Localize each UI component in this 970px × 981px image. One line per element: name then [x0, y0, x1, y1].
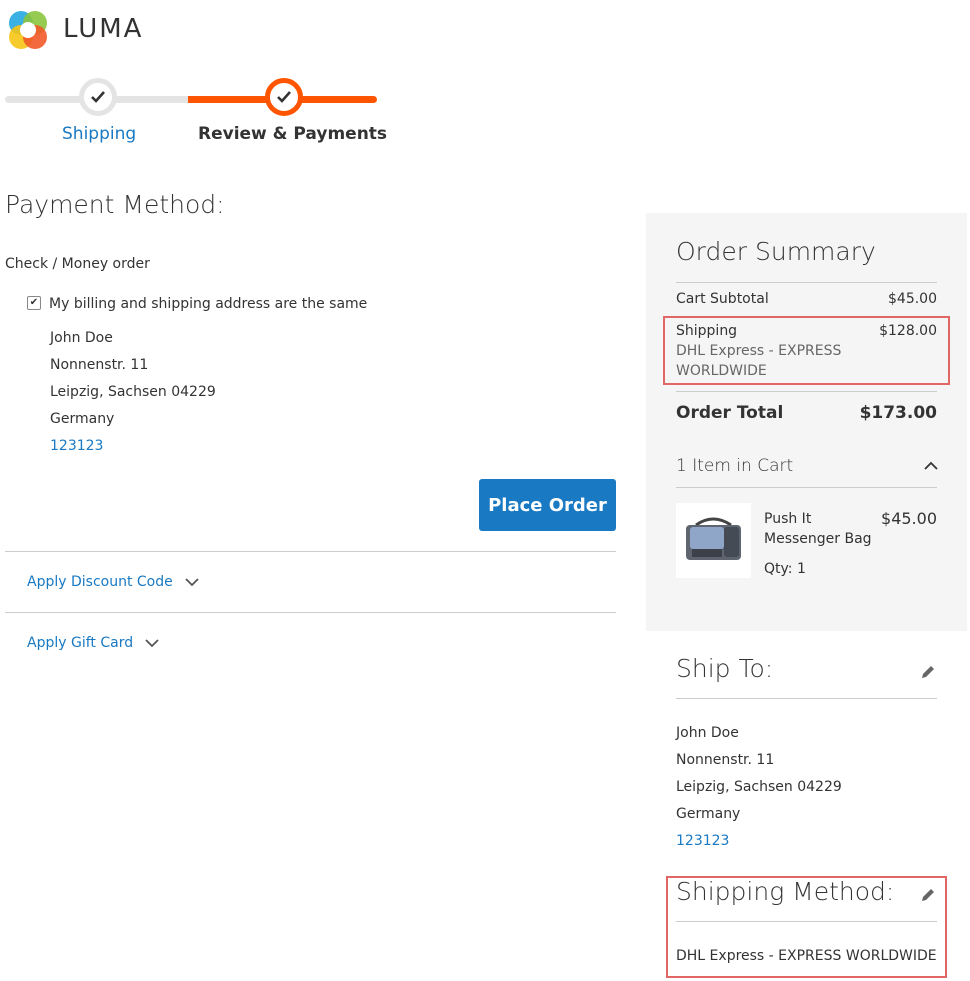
- product-name-line1: Push It: [764, 511, 812, 527]
- payment-method-option[interactable]: Check / Money order: [5, 256, 150, 272]
- billing-phone-link[interactable]: 123123: [50, 438, 103, 454]
- shipping-method-value: DHL Express - EXPRESS WORLDWIDE: [676, 948, 937, 964]
- payment-method-title: Payment Method:: [5, 190, 225, 219]
- ship-to-street: Nonnenstr. 11: [676, 752, 775, 768]
- divider: [676, 921, 937, 922]
- order-total-label: Order Total: [676, 403, 784, 423]
- same-address-checkbox[interactable]: ✔: [27, 296, 41, 310]
- divider: [5, 551, 616, 552]
- same-address-label[interactable]: My billing and shipping address are the …: [49, 296, 367, 312]
- ship-to-title: Ship To:: [676, 654, 774, 683]
- items-in-cart-toggle[interactable]: 1 Item in Cart: [676, 456, 793, 476]
- apply-discount-label: Apply Discount Code: [27, 574, 173, 590]
- ship-to-city: Leipzig, Sachsen 04229: [676, 779, 842, 795]
- step-review-label: Review & Payments: [198, 124, 388, 144]
- brand-name: LUMA: [63, 14, 144, 44]
- billing-country: Germany: [50, 411, 115, 427]
- shipping-label: Shipping: [676, 323, 738, 339]
- product-thumbnail[interactable]: [676, 503, 751, 578]
- step-shipping-link[interactable]: Shipping: [62, 124, 136, 144]
- divider: [676, 391, 937, 392]
- product-qty: Qty: 1: [764, 561, 806, 577]
- chevron-up-icon[interactable]: [924, 461, 938, 470]
- billing-name: John Doe: [50, 330, 113, 346]
- product-name-line2: Messenger Bag: [764, 531, 872, 547]
- divider: [676, 487, 937, 488]
- order-total-value: $173.00: [859, 403, 937, 423]
- billing-city: Leipzig, Sachsen 04229: [50, 384, 216, 400]
- place-order-button[interactable]: Place Order: [479, 479, 616, 531]
- apply-giftcard-label: Apply Gift Card: [27, 635, 134, 651]
- order-summary-title: Order Summary: [676, 237, 876, 266]
- checkmark-icon: [277, 91, 291, 103]
- cart-subtotal-value: $45.00: [888, 291, 937, 307]
- step-review-marker: [265, 78, 303, 116]
- ship-to-phone-link[interactable]: 123123: [676, 833, 729, 849]
- edit-pencil-icon[interactable]: [919, 886, 937, 904]
- apply-discount-toggle[interactable]: Apply Discount Code: [27, 574, 199, 590]
- billing-street: Nonnenstr. 11: [50, 357, 149, 373]
- messenger-bag-image: [686, 517, 741, 560]
- apply-giftcard-toggle[interactable]: Apply Gift Card: [27, 635, 159, 651]
- shipping-value: $128.00: [879, 323, 937, 339]
- divider: [676, 698, 937, 699]
- product-price: $45.00: [881, 509, 937, 528]
- divider: [676, 282, 937, 283]
- divider: [5, 612, 616, 613]
- cart-subtotal-label: Cart Subtotal: [676, 291, 769, 307]
- step-shipping-marker: [79, 78, 117, 116]
- shipping-method-line2: WORLDWIDE: [676, 363, 767, 379]
- edit-pencil-icon[interactable]: [919, 663, 937, 681]
- shipping-method-title: Shipping Method:: [676, 877, 895, 906]
- ship-to-name: John Doe: [676, 725, 739, 741]
- chevron-down-icon: [145, 638, 159, 647]
- checkmark-icon: [91, 91, 105, 103]
- chevron-down-icon: [185, 577, 199, 586]
- luma-logo-icon: [9, 11, 47, 49]
- shipping-method-line1: DHL Express - EXPRESS: [676, 343, 842, 359]
- ship-to-country: Germany: [676, 806, 741, 822]
